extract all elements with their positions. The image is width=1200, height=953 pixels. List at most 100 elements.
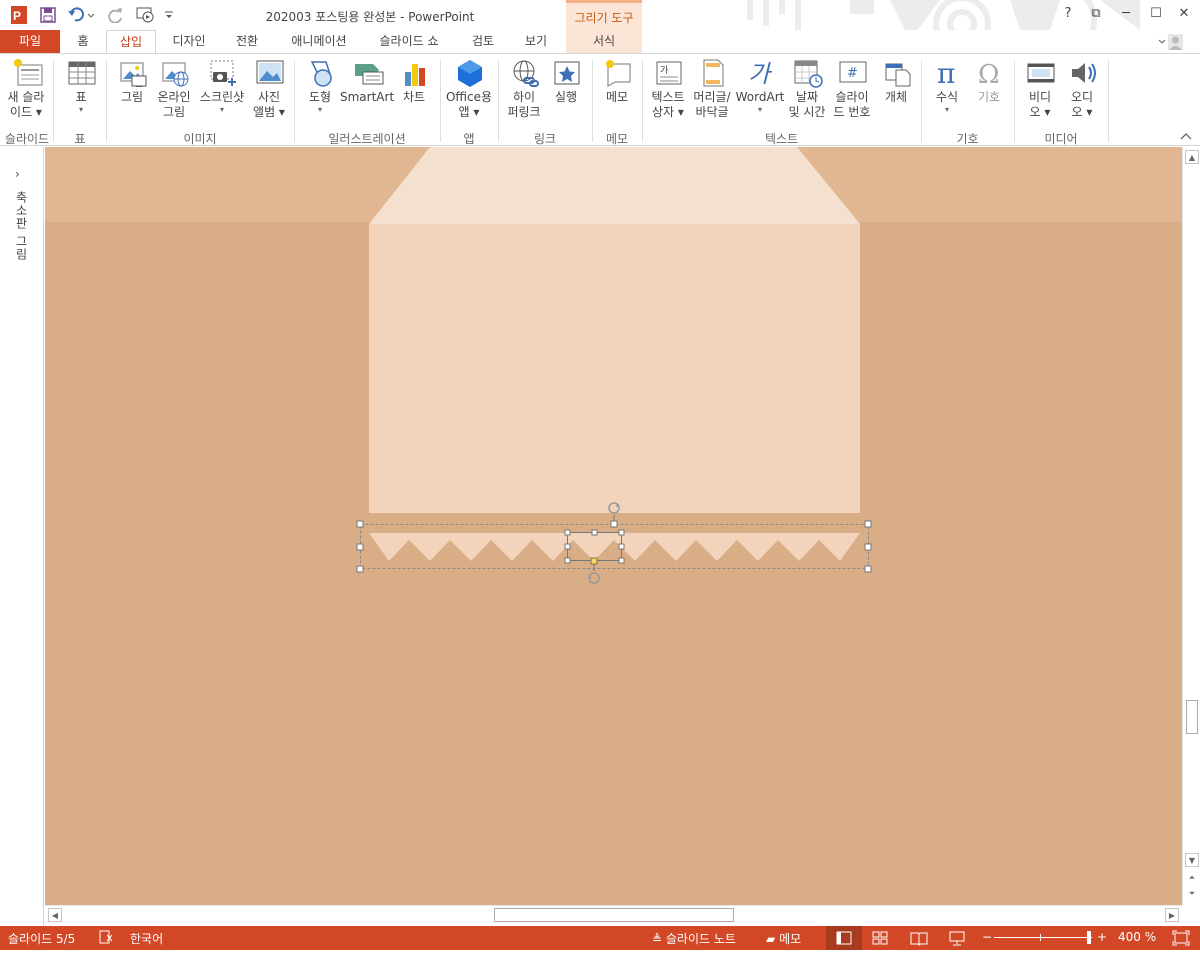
object-button[interactable]: 개체	[876, 58, 916, 105]
hyperlink-label: 하이	[512, 90, 536, 104]
smartart-button[interactable]: SmartArt	[340, 58, 394, 105]
tab-design[interactable]: 디자인	[164, 30, 214, 54]
next-slide-icon[interactable]: ⏷	[1185, 887, 1199, 901]
card-body[interactable]	[369, 224, 860, 513]
slide-canvas[interactable]	[45, 147, 1182, 905]
slide-number-label-2: 드 번호	[833, 105, 871, 119]
hyperlink-icon	[510, 58, 539, 88]
card-top-trapezoid[interactable]	[369, 147, 860, 224]
scroll-down-icon[interactable]: ▼	[1185, 853, 1199, 867]
svg-text:Ω: Ω	[978, 60, 1000, 88]
tab-review[interactable]: 검토	[462, 30, 504, 54]
horizontal-scrollbar[interactable]: ◀ ▶	[45, 905, 1182, 925]
vertical-scrollbar[interactable]: ▲ ▼ ⏶ ⏷	[1182, 147, 1200, 905]
ribbon-display-options-button[interactable]: ⧉	[1084, 4, 1108, 24]
horizontal-scroll-thumb[interactable]	[494, 908, 734, 922]
chart-button[interactable]: 차트	[394, 58, 434, 105]
date-time-button[interactable]: 날짜 및 시간	[786, 58, 828, 120]
expand-thumbnails-icon[interactable]: ›	[15, 167, 20, 181]
collapse-ribbon-icon[interactable]	[1180, 132, 1192, 143]
group-label-illustrations: 일러스트레이션	[328, 132, 406, 146]
svg-text:가: 가	[748, 60, 773, 88]
tab-view[interactable]: 보기	[514, 30, 558, 54]
slide-sorter-icon[interactable]	[872, 930, 888, 949]
group-label-slides: 슬라이드	[4, 132, 50, 146]
minimize-button[interactable]: ─	[1114, 4, 1138, 24]
date-time-icon	[793, 58, 823, 88]
tab-transitions[interactable]: 전환	[224, 30, 270, 54]
group-label-apps: 앱	[463, 132, 475, 146]
tab-insert[interactable]: 삽입	[106, 30, 156, 55]
comments-button[interactable]: ▰ 메모	[766, 930, 801, 947]
previous-slide-icon[interactable]: ⏶	[1185, 871, 1199, 885]
help-button[interactable]: ?	[1056, 4, 1080, 24]
table-button[interactable]: 표 ▾	[60, 58, 102, 115]
photo-album-button[interactable]: 사진 앨범 ▾	[248, 58, 290, 120]
slide-number-label: 슬라이	[835, 90, 869, 104]
header-footer-button[interactable]: 머리글/ 바닥글	[690, 58, 734, 120]
video-button[interactable]: 비디 오 ▾	[1020, 58, 1060, 120]
office-apps-label: Office용	[445, 90, 493, 104]
zoom-level[interactable]: 400 %	[1118, 930, 1156, 944]
notes-button[interactable]: ≜ 슬라이드 노트	[652, 930, 736, 947]
picture-icon	[118, 58, 147, 88]
spelling-check-icon[interactable]	[98, 929, 114, 948]
slide-number-button[interactable]: # 슬라이 드 번호	[828, 58, 876, 120]
vertical-scroll-thumb[interactable]	[1186, 700, 1198, 734]
notes-label: 슬라이드 노트	[665, 932, 736, 946]
inner-rotate-handle-icon[interactable]	[588, 564, 600, 584]
chart-label: 차트	[402, 90, 426, 104]
zoom-out-button[interactable]: −	[982, 930, 992, 944]
screenshot-button[interactable]: 스크린샷 ▾	[196, 58, 248, 115]
maximize-button[interactable]: ☐	[1144, 4, 1168, 24]
new-slide-button[interactable]: 새 슬라 이드 ▾	[2, 58, 50, 120]
office-apps-button[interactable]: Office용 앱 ▾	[444, 58, 494, 120]
tab-format[interactable]: 서식	[566, 30, 642, 54]
language-indicator[interactable]: 한국어	[130, 930, 163, 947]
tab-file[interactable]: 파일	[0, 30, 60, 54]
scroll-up-icon[interactable]: ▲	[1185, 150, 1199, 164]
audio-icon	[1068, 58, 1096, 88]
tab-home[interactable]: 홈	[66, 30, 100, 54]
picture-button[interactable]: 그림	[112, 58, 152, 105]
tab-animations[interactable]: 애니메이션	[280, 30, 358, 54]
hyperlink-button[interactable]: 하이 퍼링크	[502, 58, 546, 120]
notes-icon: ≜	[652, 932, 663, 946]
online-picture-button[interactable]: 온라인 그림	[152, 58, 196, 120]
zoom-in-button[interactable]: +	[1097, 930, 1107, 944]
table-dropdown: ▾	[78, 105, 83, 114]
zoom-slider-track[interactable]	[994, 937, 1092, 938]
normal-view-button[interactable]	[826, 926, 862, 950]
comment-button[interactable]: 메모	[598, 58, 636, 105]
symbol-button[interactable]: Ω 기호	[968, 58, 1010, 105]
adjust-handle[interactable]	[590, 557, 598, 565]
tab-slide-show[interactable]: 슬라이드 쇼	[368, 30, 450, 54]
zoom-slider-thumb[interactable]	[1087, 931, 1091, 944]
group-label-links: 링크	[533, 132, 557, 146]
close-button[interactable]: ✕	[1172, 4, 1196, 24]
screenshot-icon	[208, 58, 236, 88]
header-footer-label-2: 바닥글	[695, 105, 729, 119]
text-box-button[interactable]: 가 텍스트 상자 ▾	[646, 58, 690, 120]
reading-view-icon[interactable]	[910, 930, 928, 949]
smartart-label: SmartArt	[340, 90, 395, 104]
equation-icon: π	[933, 57, 961, 90]
wordart-button[interactable]: 가 WordArt ▾	[734, 58, 786, 115]
svg-text:가: 가	[660, 65, 668, 76]
thumbnail-pane-collapsed[interactable]: › 축소판 그림	[0, 147, 44, 925]
action-button[interactable]: 실행	[546, 58, 586, 105]
account-icon[interactable]	[1158, 33, 1183, 51]
audio-button[interactable]: 오디 오 ▾	[1062, 58, 1102, 120]
slide-show-icon[interactable]	[948, 930, 966, 949]
zigzag-edge-shape[interactable]	[369, 533, 860, 561]
scroll-right-icon[interactable]: ▶	[1165, 908, 1179, 922]
smartart-icon	[353, 58, 384, 88]
equation-button[interactable]: π 수식 ▾	[926, 57, 968, 115]
slide-number-icon: #	[838, 58, 867, 88]
shapes-button[interactable]: 도형 ▾	[300, 58, 340, 115]
scroll-left-icon[interactable]: ◀	[48, 908, 62, 922]
object-label: 개체	[884, 90, 908, 104]
fit-slide-icon[interactable]	[1172, 930, 1190, 949]
group-label-media: 미디어	[1044, 132, 1078, 146]
shapes-label: 도형	[308, 90, 332, 104]
